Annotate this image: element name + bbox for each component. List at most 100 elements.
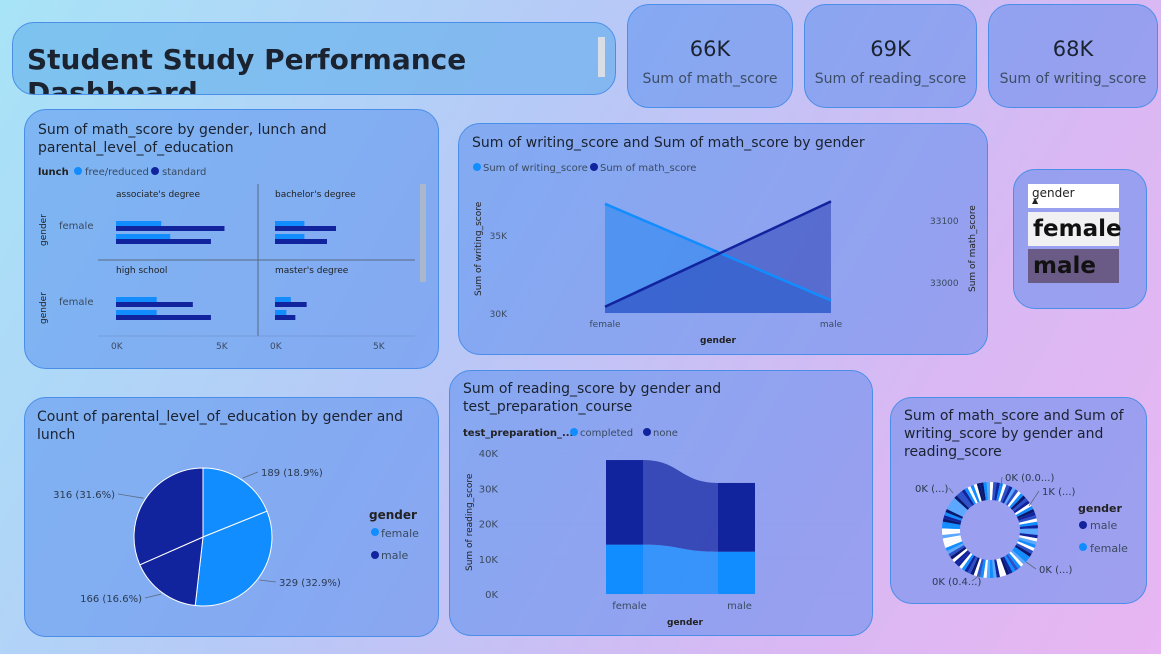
pie-chart-card[interactable]: Count of parental_level_of_education by … bbox=[24, 397, 439, 637]
donut-segment bbox=[1005, 554, 1019, 571]
donut-segment bbox=[950, 546, 967, 560]
donut-segment bbox=[970, 484, 980, 503]
donut-segment bbox=[954, 550, 970, 565]
title-card: Student Study Performance Dashboard bbox=[12, 22, 616, 95]
donut-segment bbox=[942, 535, 961, 542]
bar bbox=[116, 234, 171, 239]
donut-segment bbox=[996, 483, 1004, 502]
donut-segment bbox=[959, 491, 973, 508]
legend-marker-standard bbox=[151, 167, 159, 175]
donut-segment bbox=[956, 493, 971, 509]
x-tick-label: female bbox=[612, 601, 646, 612]
category-label: female bbox=[59, 297, 93, 308]
ribbon-none bbox=[643, 460, 718, 552]
legend-label: Sum of writing_score bbox=[483, 163, 588, 174]
x-tick-label: 0K bbox=[111, 342, 124, 352]
bar bbox=[116, 315, 211, 320]
donut-segment bbox=[973, 483, 982, 502]
legend-title: lunch bbox=[38, 167, 69, 178]
area-chart: Sum of writing_score Sum of math_score S… bbox=[473, 163, 978, 346]
slicer-header-label: gender bbox=[1032, 186, 1075, 200]
scrollbar[interactable] bbox=[420, 184, 426, 282]
donut-segment bbox=[1000, 557, 1010, 576]
legend-marker-none bbox=[643, 428, 651, 436]
axis-label-x: gender bbox=[667, 618, 704, 628]
kpi-label: Sum of math_score bbox=[642, 71, 778, 87]
legend-title: test_preparation_... bbox=[463, 428, 573, 439]
bar-none bbox=[606, 460, 643, 545]
bar bbox=[116, 221, 162, 226]
donut-segment bbox=[1009, 551, 1024, 567]
bar bbox=[275, 226, 337, 231]
donut-segment bbox=[967, 556, 978, 574]
x-tick-label: male bbox=[727, 601, 752, 612]
bar bbox=[275, 302, 307, 307]
donut-segment bbox=[952, 548, 968, 563]
donut-segment bbox=[1012, 497, 1028, 512]
x-tick-label: 5K bbox=[373, 342, 386, 352]
legend-marker-male bbox=[371, 551, 379, 559]
donut-segment bbox=[1015, 506, 1034, 517]
donut-segment bbox=[943, 515, 962, 523]
y-tick-label: 10K bbox=[479, 555, 499, 566]
donut-segment bbox=[998, 483, 1007, 502]
donut-segment bbox=[967, 486, 978, 504]
donut-chart-card[interactable]: Sum of math_score and Sum of writing_sco… bbox=[890, 397, 1147, 604]
donut-segment bbox=[1019, 518, 1038, 525]
bar-none bbox=[718, 482, 755, 552]
donut-segment bbox=[948, 544, 966, 557]
donut-segment bbox=[946, 543, 965, 554]
y-tick-label: 20K bbox=[479, 520, 499, 531]
donut-segment bbox=[996, 558, 1004, 577]
legend-marker-free bbox=[74, 167, 82, 175]
slicer-item-male[interactable]: male bbox=[1028, 249, 1119, 283]
data-label: 0K (...) bbox=[915, 484, 949, 495]
ribbon-chart-card[interactable]: Sum of reading_score by gender and test_… bbox=[449, 370, 873, 636]
donut-segment bbox=[1009, 493, 1024, 509]
donut-segment bbox=[1017, 539, 1036, 548]
bar-chart-card[interactable]: Sum of math_score by gender, lunch and p… bbox=[24, 109, 439, 369]
donut-segment bbox=[1012, 548, 1028, 563]
y-tick-label: 30K bbox=[479, 484, 499, 495]
panel-label: bachelor's degree bbox=[275, 190, 356, 200]
bar bbox=[275, 239, 327, 244]
donut-segment bbox=[1002, 486, 1013, 504]
donut-segment bbox=[1017, 512, 1036, 521]
title-scroll-indicator bbox=[598, 37, 605, 77]
donut-segment bbox=[1015, 543, 1034, 554]
sort-caret-icon[interactable]: ▲ bbox=[1032, 196, 1038, 205]
legend-label: male bbox=[1090, 519, 1118, 532]
slicer-item-female[interactable]: female bbox=[1028, 212, 1122, 246]
leader-line bbox=[242, 471, 259, 479]
donut-segment bbox=[1010, 495, 1026, 510]
donut-segment bbox=[1010, 550, 1026, 565]
page-title: Student Study Performance Dashboard bbox=[27, 43, 467, 95]
kpi-card-writing[interactable]: 68K Sum of writing_score bbox=[988, 4, 1158, 108]
legend-marker-female bbox=[1079, 543, 1087, 551]
panel-label: associate's degree bbox=[116, 190, 200, 200]
x-tick-label: male bbox=[820, 320, 843, 330]
bar bbox=[116, 310, 157, 315]
data-label: 0K (...) bbox=[1039, 565, 1073, 576]
donut-segment bbox=[952, 497, 968, 512]
bar-completed bbox=[606, 544, 643, 594]
legend-marker-math bbox=[590, 163, 598, 171]
kpi-card-reading[interactable]: 69K Sum of reading_score bbox=[804, 4, 977, 108]
gender-slicer[interactable]: gender ▲ female male bbox=[1013, 169, 1147, 309]
bar bbox=[116, 302, 193, 307]
bar bbox=[275, 297, 291, 302]
donut-segment bbox=[954, 495, 970, 510]
kpi-card-math[interactable]: 66K Sum of math_score bbox=[627, 4, 793, 108]
line-chart-card[interactable]: Sum of writing_score and Sum of math_sco… bbox=[458, 123, 988, 355]
donut-segment bbox=[1019, 535, 1038, 542]
donut-segment bbox=[1013, 546, 1030, 560]
donut-segment bbox=[973, 558, 982, 577]
y-tick-label: 30K bbox=[490, 310, 508, 320]
y2-tick-label: 33000 bbox=[930, 279, 959, 289]
axis-label-x: gender bbox=[700, 336, 737, 346]
kpi-value: 69K bbox=[870, 37, 911, 61]
donut-segment bbox=[1014, 503, 1032, 516]
y-tick-label: 40K bbox=[479, 449, 499, 460]
legend-marker-completed bbox=[570, 428, 578, 436]
data-label: 0K (0.0...) bbox=[1005, 473, 1054, 484]
